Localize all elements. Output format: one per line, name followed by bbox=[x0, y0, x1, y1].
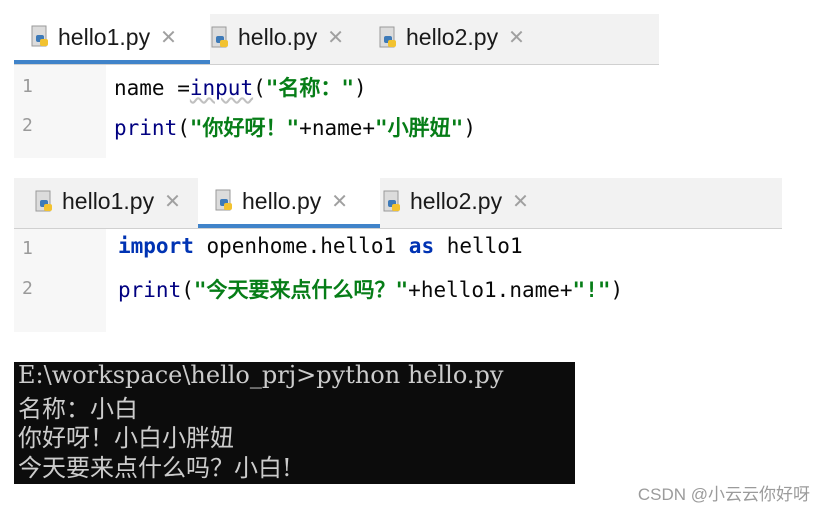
code-token: ) bbox=[463, 116, 476, 140]
code-token: print bbox=[118, 278, 182, 302]
line-number: 1 bbox=[22, 76, 33, 97]
line-number: 1 bbox=[22, 238, 33, 259]
code-token: input bbox=[189, 76, 254, 100]
console-line: E:\workspace\hello_prj>python hello.py bbox=[18, 361, 504, 389]
code-line-2[interactable]: print("你好呀！"+name+"小胖妞") bbox=[114, 112, 476, 142]
code-token: name bbox=[114, 76, 178, 100]
code-token: ) bbox=[610, 278, 624, 302]
python-file-icon bbox=[34, 190, 56, 214]
close-icon[interactable]: ✕ bbox=[160, 25, 177, 50]
code-token: print bbox=[114, 116, 178, 140]
code-token: hello1 bbox=[434, 234, 523, 258]
console-line: 今天要来点什么吗？小白! bbox=[18, 454, 292, 482]
close-icon[interactable]: ✕ bbox=[164, 189, 181, 214]
tab-label: hello1.py bbox=[58, 23, 151, 50]
tab-hello-py[interactable]: hello.py ✕ bbox=[198, 178, 380, 228]
code-token: "小胖妞" bbox=[375, 116, 464, 140]
close-icon[interactable]: ✕ bbox=[331, 189, 348, 214]
code-token: openhome.hello1 bbox=[193, 234, 409, 258]
python-file-icon bbox=[382, 190, 404, 214]
line-number: 2 bbox=[22, 278, 33, 299]
tab-hello2-py[interactable]: hello2.py ✕ bbox=[378, 14, 525, 61]
code-token: "名称：" bbox=[265, 76, 355, 100]
editor-panel-2: hello1.py ✕ hello.py ✕ hello2.py ✕ 1 2 i… bbox=[14, 178, 782, 332]
code-token: import bbox=[118, 234, 194, 258]
tab-bar: hello1.py ✕ hello.py ✕ hello2.py ✕ bbox=[14, 178, 782, 229]
tab-label: hello.py bbox=[238, 24, 318, 50]
editor-panel-1: hello1.py ✕ hello.py ✕ hello2.py ✕ 1 2 n… bbox=[14, 14, 659, 158]
code-token: ) bbox=[354, 76, 367, 100]
tab-bar: hello1.py ✕ hello.py ✕ hello2.py ✕ bbox=[14, 14, 659, 65]
code-token: as bbox=[408, 234, 435, 258]
tab-hello2-py[interactable]: hello2.py ✕ bbox=[382, 178, 529, 225]
code-token: "今天要来点什么吗？" bbox=[193, 278, 409, 302]
code-token: ( bbox=[253, 76, 266, 100]
code-line-1[interactable]: import openhome.hello1 as hello1 bbox=[118, 234, 523, 258]
code-token: ( bbox=[181, 278, 194, 302]
tab-hello1-py[interactable]: hello1.py ✕ bbox=[14, 14, 210, 64]
code-token: "!" bbox=[572, 278, 611, 302]
code-token: +name+ bbox=[299, 116, 376, 140]
code-line-1[interactable]: name =input("名称：") bbox=[114, 72, 367, 102]
code-line-2[interactable]: print("今天要来点什么吗？"+hello1.name+"!") bbox=[118, 274, 623, 304]
tab-label: hello2.py bbox=[410, 188, 503, 214]
console-output[interactable]: E:\workspace\hello_prj>python hello.py 名… bbox=[14, 361, 575, 484]
python-file-icon bbox=[210, 26, 232, 50]
close-icon[interactable]: ✕ bbox=[512, 189, 529, 214]
line-number: 2 bbox=[22, 115, 33, 136]
tab-hello-py[interactable]: hello.py ✕ bbox=[210, 14, 344, 61]
python-file-icon bbox=[214, 189, 236, 213]
code-token: +hello1.name+ bbox=[408, 278, 573, 302]
code-token: ( bbox=[177, 116, 190, 140]
tab-hello1-py[interactable]: hello1.py ✕ bbox=[34, 178, 181, 225]
code-token: "你好呀！" bbox=[189, 116, 300, 140]
close-icon[interactable]: ✕ bbox=[508, 25, 525, 50]
tab-label: hello2.py bbox=[406, 24, 499, 50]
code-token: = bbox=[177, 76, 190, 100]
close-icon[interactable]: ✕ bbox=[327, 25, 344, 50]
tab-label: hello.py bbox=[242, 187, 322, 214]
python-file-icon bbox=[378, 26, 400, 50]
python-file-icon bbox=[30, 25, 52, 49]
watermark: CSDN @小云云你好呀 bbox=[637, 485, 810, 504]
tab-label: hello1.py bbox=[62, 188, 155, 214]
